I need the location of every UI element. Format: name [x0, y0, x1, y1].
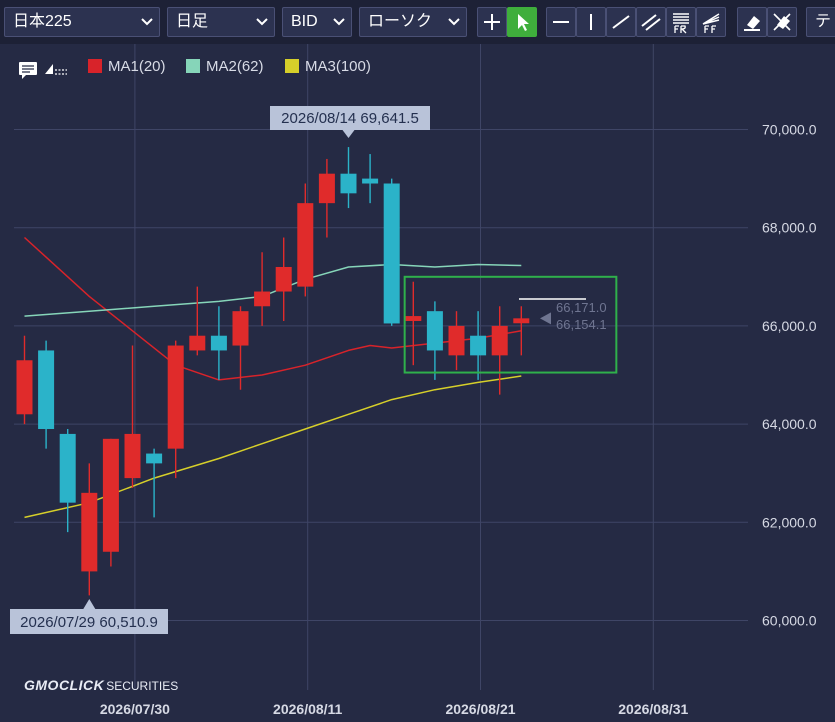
candle	[297, 183, 314, 297]
chart-app: 日本225 日足 BID ローソク テ 60,000.0 62,000.0 64…	[0, 0, 835, 722]
indicator-toggle-icon[interactable]	[44, 62, 68, 76]
y-tick-label: 60,000.0	[762, 613, 817, 629]
candle	[124, 345, 141, 488]
y-tick-label: 64,000.0	[762, 416, 817, 432]
candle	[189, 286, 206, 356]
candle-body	[59, 433, 76, 503]
y-tick-label: 68,000.0	[762, 220, 817, 236]
candle-body	[124, 433, 141, 479]
candles	[16, 147, 530, 596]
y-tick-label: 70,000.0	[762, 122, 817, 138]
candle	[491, 306, 508, 395]
candle-body	[491, 325, 508, 356]
candle-body	[340, 173, 357, 194]
candle	[16, 335, 33, 425]
candle-body	[210, 335, 227, 351]
y-tick-label: 66,000.0	[762, 318, 817, 334]
y-tick-label: 62,000.0	[762, 514, 817, 530]
legend-item-ma2: MA2(62)	[186, 58, 264, 75]
x-tick-label: 2026/07/30	[100, 701, 170, 717]
candle	[167, 340, 184, 479]
legend-swatch	[285, 59, 299, 73]
candle	[146, 448, 163, 518]
candle-body	[102, 438, 119, 552]
candle-body	[254, 291, 271, 307]
candle-body	[405, 316, 422, 321]
legend-swatch	[88, 59, 102, 73]
price-arrow-icon	[540, 312, 551, 325]
candle	[38, 340, 55, 449]
candle	[275, 237, 292, 321]
legend-swatch	[186, 59, 200, 73]
logo-main: GMOCLICK	[24, 677, 105, 693]
series-line	[24, 263, 522, 317]
candle-body	[297, 203, 314, 287]
candle	[318, 158, 335, 238]
legend-item-label: MA3(100)	[305, 58, 371, 75]
candlestick-chart[interactable]: 60,000.0 62,000.0 64,000.0 66,000.0 68,000.0…	[0, 0, 835, 722]
candle-body	[146, 453, 163, 464]
annotation-text: 2026/08/14 69,641.5	[281, 110, 419, 127]
candle	[81, 463, 98, 596]
candle-body	[426, 311, 443, 351]
candle-body	[167, 345, 184, 449]
current-price-upper: 66,171.0	[556, 300, 607, 315]
candle	[254, 252, 271, 326]
legend-item-label: MA1(20)	[108, 58, 166, 75]
candle	[448, 311, 465, 371]
low-annotation: 2026/07/29 60,510.9	[10, 599, 168, 634]
broker-logo: GMOCLICK SECURITIES	[24, 677, 178, 693]
candle-body	[16, 360, 33, 415]
candle	[59, 429, 76, 533]
y-axis: 60,000.0 62,000.0 64,000.0 66,000.0 68,000.0…	[762, 122, 817, 629]
x-tick-label: 2026/08/11	[273, 701, 343, 717]
high-annotation: 2026/08/14 69,641.5	[270, 106, 430, 138]
legend-item-ma3: MA3(100)	[285, 58, 371, 75]
chart-grid	[14, 44, 748, 690]
moving-average-lines	[23, 236, 522, 519]
x-axis: 2026/07/30 2026/08/11 2026/08/21 2026/08/31	[100, 701, 689, 717]
comment-icon[interactable]	[18, 61, 40, 79]
chart-overlay: 66,171.0 66,154.1 2026/08/14 69,641.5 2026/…	[10, 106, 618, 634]
candle	[362, 154, 379, 204]
candle-body	[275, 266, 292, 292]
logo-sub: SECURITIES	[106, 679, 179, 693]
candle	[513, 306, 530, 356]
candle-body	[448, 325, 465, 356]
legend-item-ma1: MA1(20)	[88, 58, 166, 75]
annotation-pointer	[83, 599, 96, 609]
legend-item-label: MA2(62)	[206, 58, 264, 75]
annotation-pointer	[342, 130, 355, 138]
candle	[383, 178, 400, 326]
candle-body	[383, 183, 400, 324]
candle-body	[38, 350, 55, 430]
candle	[340, 147, 357, 209]
x-tick-label: 2026/08/21	[445, 701, 515, 717]
candle-body	[318, 173, 335, 204]
candle	[102, 438, 119, 567]
annotation-text: 2026/07/29 60,510.9	[20, 614, 158, 631]
candle	[405, 281, 422, 366]
candle	[426, 301, 443, 380]
candle	[470, 311, 487, 380]
candle-body	[513, 318, 530, 324]
candle	[210, 306, 227, 380]
current-price-lower: 66,154.1	[556, 317, 607, 332]
candle-body	[189, 335, 206, 351]
candle-body	[362, 178, 379, 184]
candle-body	[81, 492, 98, 572]
candle-body	[232, 311, 249, 346]
series-line	[23, 236, 522, 381]
series-line	[24, 375, 522, 519]
x-tick-label: 2026/08/31	[618, 701, 688, 717]
candle-body	[470, 335, 487, 356]
